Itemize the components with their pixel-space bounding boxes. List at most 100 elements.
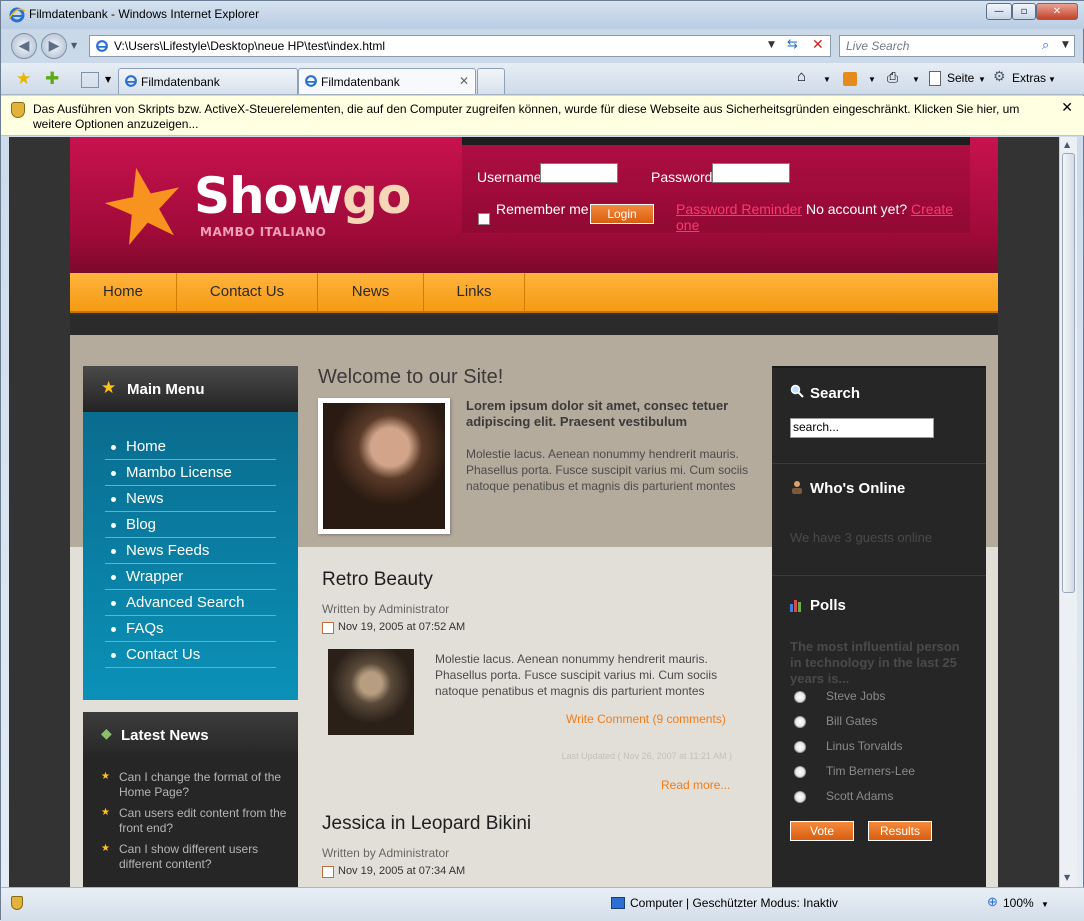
retro-beauty-image xyxy=(328,649,414,735)
quick-tabs-icon[interactable] xyxy=(81,72,99,88)
security-info-bar[interactable]: Das Ausführen von Skripts bzw. ActiveX-S… xyxy=(1,96,1084,136)
username-input[interactable] xyxy=(540,163,618,183)
address-dropdown-icon[interactable]: ▼ xyxy=(768,40,775,50)
nav-links[interactable]: Links xyxy=(424,273,525,311)
live-search-placeholder: Live Search xyxy=(846,39,910,53)
scroll-thumb[interactable] xyxy=(1062,153,1075,593)
main-menu-header: ★ Main Menu xyxy=(83,366,298,412)
address-bar[interactable]: V:\Users\Lifestyle\Desktop\neue HP\test\… xyxy=(89,35,831,57)
nav-contact-us[interactable]: Contact Us xyxy=(177,273,318,311)
whos-online-module: Who's Online xyxy=(772,464,986,576)
menu-item-faqs[interactable]: FAQs xyxy=(105,616,276,642)
extras-dropdown-icon[interactable]: ▼ xyxy=(1048,75,1056,84)
poll-radio[interactable] xyxy=(794,716,806,728)
nav-news[interactable]: News xyxy=(318,273,424,311)
forward-button[interactable]: ▶ xyxy=(41,33,67,59)
live-search-box[interactable]: Live Search ⌕ ▼ xyxy=(839,35,1075,57)
poll-radio[interactable] xyxy=(794,741,806,753)
new-tab-button[interactable] xyxy=(477,68,505,94)
poll-option-label: Steve Jobs xyxy=(826,689,886,703)
favorites-star-icon[interactable]: ★ xyxy=(16,69,31,89)
results-button[interactable]: Results xyxy=(868,821,932,841)
feeds-icon[interactable] xyxy=(843,72,857,86)
extras-menu[interactable]: Extras xyxy=(1012,71,1046,85)
maximize-button[interactable]: ▫ xyxy=(1012,3,1036,20)
add-favorites-icon[interactable]: ✚ xyxy=(45,69,59,89)
close-infobar-icon[interactable]: ✕ xyxy=(1061,100,1073,116)
nav-home[interactable]: Home xyxy=(70,273,177,311)
latest-news-item[interactable]: Can I show different users different con… xyxy=(101,841,288,872)
top-nav: Home Contact Us News Links xyxy=(70,273,998,313)
tab-2-active[interactable]: Filmdatenbank ✕ xyxy=(298,68,476,94)
tab-list-icon[interactable]: ▼ xyxy=(105,75,111,84)
logo-go: go xyxy=(342,167,411,225)
menu-item-home[interactable]: Home xyxy=(105,434,276,460)
scroll-up-icon[interactable]: ▲ xyxy=(1064,140,1070,149)
search-module: Search search... xyxy=(772,368,986,464)
tab-1[interactable]: Filmdatenbank xyxy=(118,68,298,94)
gear-icon: ⚙ xyxy=(993,68,1006,84)
history-dropdown-icon[interactable]: ▼ xyxy=(71,41,77,50)
vertical-scrollbar[interactable]: ▲ ▼ xyxy=(1059,137,1077,887)
poll-option-label: Scott Adams xyxy=(826,789,894,803)
menu-item-advanced-search[interactable]: Advanced Search xyxy=(105,590,276,616)
latest-news-item[interactable]: Can I change the format of the Home Page… xyxy=(101,769,288,800)
status-bar: Computer | Geschützter Modus: Inaktiv ⊕ … xyxy=(1,887,1084,921)
tab-bar: ★ ✚ ▼ Filmdatenbank Filmdatenbank ✕ ⌂ ▼ … xyxy=(1,63,1084,95)
scroll-down-icon[interactable]: ▼ xyxy=(1064,873,1070,882)
menu-item-contact-us[interactable]: Contact Us xyxy=(105,642,276,668)
latest-news-title: Latest News xyxy=(121,727,209,744)
site-logo[interactable]: Showgo xyxy=(194,167,411,225)
security-zone-text[interactable]: Computer | Geschützter Modus: Inaktiv xyxy=(630,896,838,910)
print-dropdown-icon[interactable]: ▼ xyxy=(912,75,920,84)
password-input[interactable] xyxy=(712,163,790,183)
site-search-input[interactable]: search... xyxy=(790,418,934,438)
feeds-dropdown-icon[interactable]: ▼ xyxy=(868,75,876,84)
search-options-icon[interactable]: ▼ xyxy=(1062,40,1069,50)
right-column: Search search... Who's Online We have 3 … xyxy=(772,366,986,887)
zoom-level[interactable]: 100% xyxy=(1003,896,1034,910)
latest-news-box: ◆ Latest News Can I change the format of… xyxy=(83,712,298,887)
poll-option-label: Bill Gates xyxy=(826,714,878,728)
menu-item-wrapper[interactable]: Wrapper xyxy=(105,564,276,590)
write-comment-link[interactable]: Write Comment (9 comments) xyxy=(566,712,726,726)
menu-item-mambo-license[interactable]: Mambo License xyxy=(105,460,276,486)
logo-subtitle: MAMBO ITALIANO xyxy=(200,225,327,239)
close-window-button[interactable]: ✕ xyxy=(1036,3,1078,20)
address-text: V:\Users\Lifestyle\Desktop\neue HP\test\… xyxy=(114,39,386,53)
page-menu[interactable]: Seite xyxy=(947,71,974,85)
remember-me-checkbox[interactable] xyxy=(478,213,490,225)
home-icon[interactable]: ⌂ xyxy=(797,68,806,85)
main-menu: Home Mambo License News Blog News Feeds … xyxy=(83,412,298,700)
stop-icon[interactable]: ✕ xyxy=(812,37,824,53)
security-shield-icon[interactable] xyxy=(11,896,23,910)
back-button[interactable]: ◀ xyxy=(11,33,37,59)
article-text: Molestie lacus. Aenean nonummy hendrerit… xyxy=(435,652,718,698)
poll-radio[interactable] xyxy=(794,691,806,703)
article-title[interactable]: Retro Beauty xyxy=(322,569,433,591)
search-icon[interactable]: ⌕ xyxy=(1042,38,1049,53)
last-updated-text: Last Updated ( Nov 26, 2007 at 11:21 AM … xyxy=(561,751,732,761)
tab-label: Filmdatenbank xyxy=(321,75,400,89)
window-title: Filmdatenbank - Windows Internet Explore… xyxy=(29,7,260,21)
refresh-icon[interactable]: ⇆ xyxy=(787,37,798,52)
poll-radio[interactable] xyxy=(794,791,806,803)
close-tab-icon[interactable]: ✕ xyxy=(459,74,469,88)
print-icon[interactable]: ⎙ xyxy=(887,69,898,86)
page-dropdown-icon[interactable]: ▼ xyxy=(978,75,986,84)
latest-news-item[interactable]: Can users edit content from the front en… xyxy=(101,805,288,836)
zoom-dropdown-icon[interactable]: ▼ xyxy=(1041,900,1049,909)
login-button[interactable]: Login xyxy=(590,204,654,224)
menu-item-blog[interactable]: Blog xyxy=(105,512,276,538)
home-dropdown-icon[interactable]: ▼ xyxy=(823,75,831,84)
welcome-heading: Welcome to our Site! xyxy=(318,366,504,388)
password-label: Password xyxy=(651,169,713,185)
password-reminder-link[interactable]: Password Reminder xyxy=(676,201,802,217)
menu-item-news-feeds[interactable]: News Feeds xyxy=(105,538,276,564)
minimize-button[interactable]: — xyxy=(986,3,1012,20)
article-title[interactable]: Jessica in Leopard Bikini xyxy=(322,813,531,835)
menu-item-news[interactable]: News xyxy=(105,486,276,512)
vote-button[interactable]: Vote xyxy=(790,821,854,841)
poll-radio[interactable] xyxy=(794,766,806,778)
read-more-link[interactable]: Read more... xyxy=(661,778,730,792)
